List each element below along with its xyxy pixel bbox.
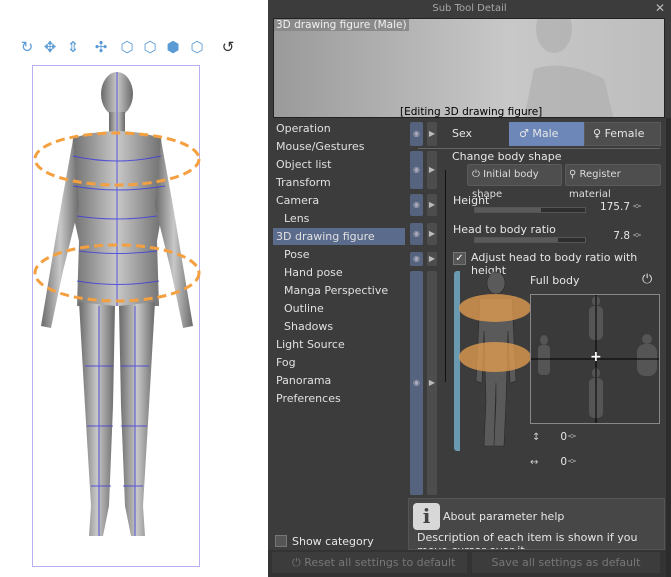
3d-figure-bounding-box[interactable] (32, 65, 201, 568)
category-mouse-gestures[interactable]: Mouse/Gestures (273, 138, 405, 155)
help-text: Description of each item is shown if you… (417, 531, 638, 549)
canvas-area: ↻ ✥ ⇕ ✣ ⬡ ⬡ ⬢ ⬡ ↺ (0, 0, 268, 577)
change-body-shape-label: Change body shape (452, 150, 562, 163)
rotate-plane-icon[interactable]: ⬢ (164, 38, 182, 56)
height-label: Height (453, 194, 490, 207)
show-category-label: Show category (292, 535, 374, 548)
category-object-list[interactable]: Object list (273, 156, 405, 173)
visibility-toggle-sex[interactable]: ◉ (410, 122, 423, 146)
category-camera[interactable]: Camera (273, 192, 405, 209)
scrollbar[interactable] (666, 118, 671, 577)
reset-full-body-icon[interactable]: ⏻ (642, 272, 652, 287)
head-ratio-label: Head to body ratio (453, 223, 556, 236)
reset-all-icon: ⏻ (292, 556, 305, 569)
height-slider-fill (475, 208, 541, 212)
expand-arrow-full-body[interactable]: ▶ (427, 271, 437, 495)
parameter-help-box: i About parameter help Description of ea… (408, 498, 665, 550)
pan-camera-icon[interactable]: ✥ (41, 38, 59, 56)
divider (418, 148, 660, 149)
vertical-offset-value[interactable]: 0 (555, 431, 567, 443)
horizontal-spinner[interactable]: ︿ ﹀ (568, 455, 576, 469)
category-transform[interactable]: Transform (273, 174, 405, 191)
female-button[interactable]: ♀ Female (584, 122, 661, 146)
horizontal-offset-value[interactable]: 0 (555, 456, 567, 468)
preview-name: 3D drawing figure (Male) (274, 19, 409, 31)
crosshair-handle[interactable]: + (590, 349, 602, 365)
save-all-button[interactable]: Save all settings as default (472, 552, 660, 573)
full-body-label: Full body (530, 274, 580, 287)
rotate-object-icon[interactable]: ⬡ (118, 38, 136, 56)
snap-to-plane-icon[interactable]: ↺ (219, 38, 237, 56)
preview-figure (524, 19, 614, 117)
height-value[interactable]: 175.7 (590, 201, 630, 213)
group-bracket-line (445, 170, 446, 382)
category-operation[interactable]: Operation (273, 120, 405, 137)
reset-icon: ⏻ (472, 169, 484, 180)
category-light-source[interactable]: Light Source (273, 336, 405, 353)
height-slider[interactable] (474, 207, 586, 213)
category-lens[interactable]: Lens (273, 210, 405, 227)
move-object-icon[interactable]: ✣ (92, 38, 110, 56)
visibility-toggle-body-shape[interactable]: ◉ (410, 151, 423, 189)
vertical-offset-icon: ↕ (532, 432, 541, 443)
sex-label: Sex (452, 127, 473, 140)
expand-arrow-sex[interactable]: ▶ (427, 122, 437, 146)
category-shadows[interactable]: Shadows (273, 318, 405, 335)
reset-all-button[interactable]: ⏻ Reset all settings to default (272, 552, 467, 573)
rotate-camera-icon[interactable]: ↻ (18, 38, 36, 56)
body-shape-pad[interactable]: + (530, 294, 660, 424)
category-pose[interactable]: Pose (273, 246, 405, 263)
expand-arrow-ratio[interactable]: ▶ (427, 223, 437, 245)
3d-figure-model[interactable] (33, 66, 201, 568)
horizontal-offset-icon: ↔ (530, 457, 539, 468)
male-button[interactable]: ♂ Male (509, 122, 584, 146)
close-icon[interactable]: ✕ (655, 1, 665, 15)
category-panorama[interactable]: Panorama (273, 372, 405, 389)
rotate-xy-icon[interactable]: ⬡ (141, 38, 159, 56)
visibility-toggle-full-body[interactable]: ◉ (410, 271, 423, 495)
panel-title: Sub Tool Detail (432, 3, 507, 14)
vertical-spinner[interactable]: ︿ ﹀ (568, 430, 576, 444)
head-ratio-value[interactable]: 7.8 (590, 230, 630, 242)
preview-area: 3D drawing figure (Male) [Editing 3D dra… (273, 18, 665, 118)
visibility-toggle-adjust[interactable]: ◉ (410, 252, 423, 266)
register-material-button[interactable]: ⚲ Register material (565, 164, 661, 200)
show-category-checkbox[interactable] (275, 535, 287, 547)
category-manga-perspective[interactable]: Manga Perspective (273, 282, 405, 299)
category-outline[interactable]: Outline (273, 300, 405, 317)
height-spinner[interactable]: ︿ ﹀ (633, 200, 641, 214)
category-fog[interactable]: Fog (273, 354, 405, 371)
adjust-ratio-checkbox[interactable]: ✓ (453, 252, 466, 265)
expand-arrow-height[interactable]: ▶ (427, 194, 437, 216)
head-ratio-slider-fill (475, 238, 558, 242)
chest-region[interactable] (459, 294, 530, 322)
expand-arrow-adjust[interactable]: ▶ (427, 252, 437, 266)
register-icon: ⚲ (569, 169, 580, 180)
preview-status: [Editing 3D drawing figure] (400, 106, 543, 118)
scale-object-icon[interactable]: ⬡ (188, 38, 206, 56)
initial-body-shape-button[interactable]: ⏻ Initial body shape (467, 164, 562, 200)
visibility-toggle-ratio[interactable]: ◉ (410, 223, 423, 245)
male-icon: ♂ (519, 127, 533, 140)
head-ratio-spinner[interactable]: ︿ ﹀ (633, 229, 641, 243)
body-part-selector[interactable] (458, 271, 530, 453)
head-ratio-slider[interactable] (474, 237, 586, 243)
visibility-toggle-height[interactable]: ◉ (410, 194, 423, 216)
zoom-camera-icon[interactable]: ⇕ (64, 38, 82, 56)
category-preferences[interactable]: Preferences (273, 390, 405, 407)
waist-region[interactable] (459, 342, 530, 372)
category-3d-drawing-figure[interactable]: 3D drawing figure (273, 228, 405, 245)
category-hand-pose[interactable]: Hand pose (273, 264, 405, 281)
help-title: About parameter help (443, 510, 565, 523)
female-icon: ♀ (593, 127, 605, 140)
expand-arrow-body-shape[interactable]: ▶ (427, 151, 437, 189)
info-icon: i (413, 503, 440, 530)
